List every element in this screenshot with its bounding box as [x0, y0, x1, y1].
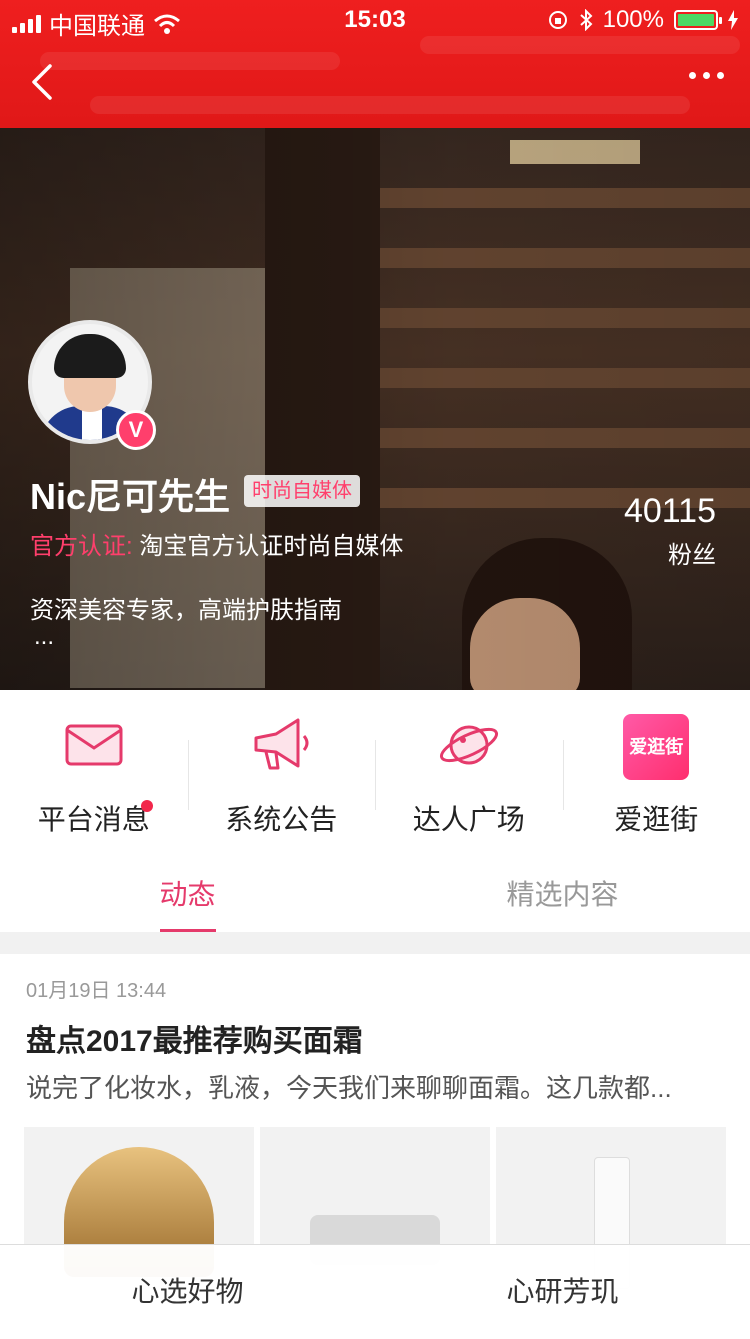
bottom-tab-selected-goods[interactable]: 心选好物 — [0, 1245, 375, 1335]
profile-name: Nic尼可先生 — [30, 468, 230, 520]
mail-icon — [61, 712, 127, 778]
profile-bio-more[interactable]: ... — [34, 623, 54, 651]
aiguangjie-logo: 爱逛街 — [623, 714, 689, 780]
certification: 官方认证: 淘宝官方认证时尚自媒体 — [30, 526, 403, 561]
bottom-bar: 心选好物 心研芳玑 — [0, 1244, 750, 1335]
profile-hero: V Nic尼可先生 时尚自媒体 官方认证: 淘宝官方认证时尚自媒体 资深美容专家… — [0, 128, 750, 690]
menu-item-influencer-square[interactable]: 达人广场 — [375, 690, 563, 850]
menu-label: 爱逛街 — [563, 798, 750, 838]
quick-menu: 平台消息 系统公告 达人广场 爱逛街 爱逛街 — [0, 690, 750, 850]
menu-item-platform-messages[interactable]: 平台消息 — [0, 690, 188, 850]
post-time: 01月19日 13:44 — [26, 974, 166, 1003]
profile-bio: 资深美容专家，高端护肤指南 — [30, 590, 342, 625]
menu-item-aiguangjie[interactable]: 爱逛街 爱逛街 — [563, 690, 750, 850]
certification-value: 淘宝官方认证时尚自媒体 — [139, 533, 403, 560]
menu-label: 平台消息 — [0, 798, 188, 838]
fans-label: 粉丝 — [624, 535, 716, 570]
tab-updates[interactable]: 动态 — [0, 850, 375, 932]
status-bar: 中国联通 15:03 100% — [0, 0, 750, 40]
notification-dot — [141, 800, 153, 812]
charging-icon — [728, 10, 738, 30]
profile-tag: 时尚自媒体 — [244, 475, 360, 507]
bluetooth-icon — [579, 9, 593, 31]
fans-counter[interactable]: 40115 粉丝 — [624, 492, 716, 570]
top-bar: 中国联通 15:03 100% — [0, 0, 750, 128]
more-icon[interactable] — [689, 72, 724, 79]
post-description: 说完了化妆水，乳液，今天我们来聊聊面霜。这几款都... — [26, 1068, 726, 1105]
back-icon[interactable] — [26, 62, 66, 102]
menu-label: 达人广场 — [375, 798, 563, 838]
verified-badge-icon: V — [116, 410, 156, 450]
planet-icon — [436, 712, 502, 778]
bottom-tab-research[interactable]: 心研芳玑 — [375, 1245, 750, 1335]
content-tabs: 动态 精选内容 — [0, 850, 750, 932]
battery-icon — [674, 10, 718, 30]
tab-featured[interactable]: 精选内容 — [375, 850, 750, 932]
menu-label: 系统公告 — [188, 798, 376, 838]
post-title: 盘点2017最推荐购买面霜 — [26, 1016, 363, 1060]
megaphone-icon — [248, 712, 314, 778]
certification-key: 官方认证: — [30, 533, 133, 560]
menu-item-system-notice[interactable]: 系统公告 — [188, 690, 376, 850]
section-divider — [0, 932, 750, 954]
fans-count: 40115 — [624, 492, 716, 531]
battery-percent: 100% — [603, 6, 664, 34]
rotation-lock-icon — [547, 9, 569, 31]
